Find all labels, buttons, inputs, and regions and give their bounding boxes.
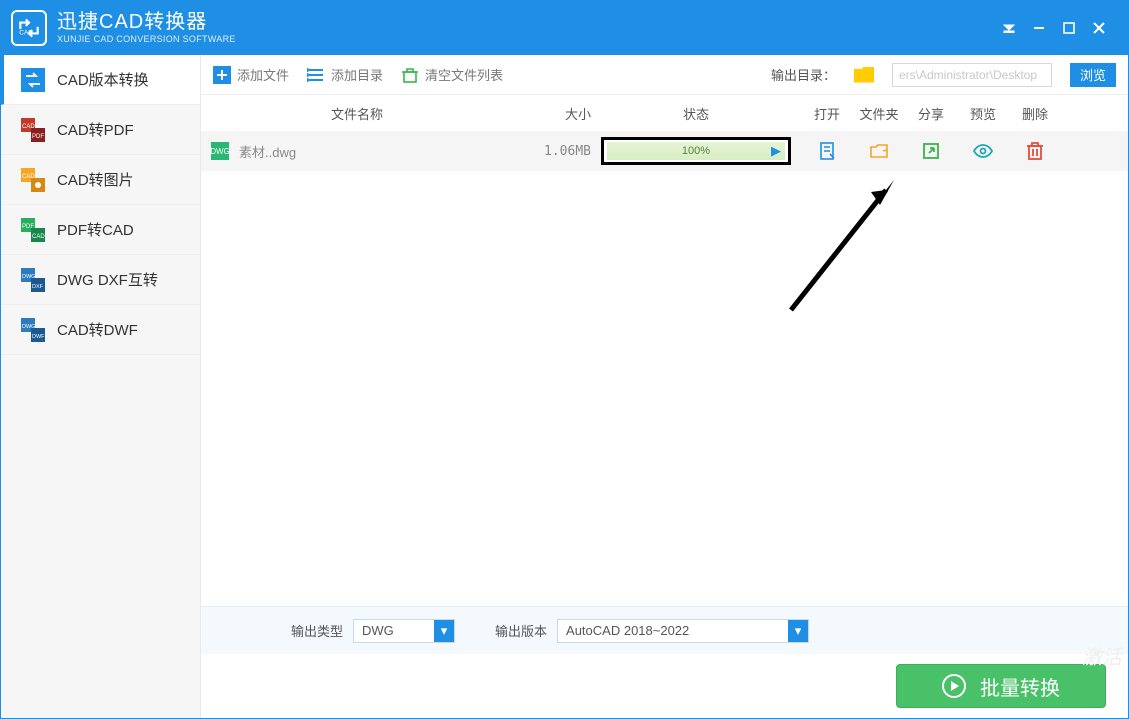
minimize-button[interactable] bbox=[1024, 13, 1054, 43]
close-button[interactable] bbox=[1084, 13, 1114, 43]
maximize-button[interactable] bbox=[1054, 13, 1084, 43]
svg-text:CAD: CAD bbox=[19, 30, 33, 37]
sidebar-item-cad-dwf[interactable]: DWG DWF CAD转DWF bbox=[1, 305, 200, 355]
col-name: 文件名称 bbox=[211, 104, 501, 123]
file-size: 1.06MB bbox=[501, 144, 591, 159]
col-open: 打开 bbox=[801, 104, 853, 123]
output-type-select[interactable]: DWG ▾ bbox=[353, 619, 455, 643]
toolbar: 添加文件 添加目录 清空文件列表 输出目录： ers\Administrator… bbox=[201, 55, 1128, 95]
table-header: 文件名称 大小 状态 打开 文件夹 分享 预览 删除 bbox=[201, 95, 1128, 131]
main-panel: 添加文件 添加目录 清空文件列表 输出目录： ers\Administrator… bbox=[201, 55, 1128, 718]
col-share: 分享 bbox=[905, 104, 957, 123]
svg-text:DWG: DWG bbox=[22, 324, 35, 330]
sidebar-item-label: CAD转PDF bbox=[57, 119, 134, 140]
table-row[interactable]: DWG 素材..dwg 1.06MB 100% ▶ bbox=[201, 131, 1128, 171]
chevron-down-icon: ▾ bbox=[434, 620, 454, 642]
sidebar-item-cad-version[interactable]: CAD版本转换 bbox=[1, 55, 200, 105]
add-dir-icon bbox=[307, 66, 325, 84]
col-status: 状态 bbox=[591, 104, 801, 123]
sidebar-item-label: CAD转DWF bbox=[57, 319, 138, 340]
action-bar: 批量转换 bbox=[201, 654, 1128, 718]
progress-bar: 100% ▶ bbox=[607, 142, 785, 160]
sidebar: CAD版本转换 CADPDF CAD转PDF CAD CAD转图片 PDFCAD… bbox=[1, 55, 201, 718]
output-path-field[interactable]: ers\Administrator\Desktop bbox=[892, 63, 1052, 87]
open-file-button[interactable] bbox=[801, 141, 853, 161]
svg-text:CAD: CAD bbox=[22, 174, 35, 180]
app-subtitle: XUNJIE CAD CONVERSION SOFTWARE bbox=[57, 34, 236, 44]
sidebar-item-pdf-cad[interactable]: PDF CAD PDF转CAD bbox=[1, 205, 200, 255]
titlebar: CAD 迅捷CAD转换器 XUNJIE CAD CONVERSION SOFTW… bbox=[1, 1, 1128, 55]
svg-text:DWF: DWF bbox=[32, 334, 45, 340]
sidebar-item-cad-img[interactable]: CAD CAD转图片 bbox=[1, 155, 200, 205]
cad-version-icon bbox=[21, 68, 45, 92]
output-version-select[interactable]: AutoCAD 2018~2022 ▾ bbox=[557, 619, 809, 643]
sidebar-item-label: DWG DXF互转 bbox=[57, 269, 158, 290]
svg-text:CAD: CAD bbox=[22, 124, 35, 130]
share-button[interactable] bbox=[905, 141, 957, 161]
app-logo: CAD bbox=[11, 10, 47, 46]
cad-pdf-icon: CAD PDF bbox=[21, 118, 45, 142]
sidebar-item-label: CAD版本转换 bbox=[57, 69, 149, 90]
svg-text:DXF: DXF bbox=[32, 284, 44, 290]
add-file-icon bbox=[213, 66, 231, 84]
sidebar-item-cad-pdf[interactable]: CAD PDF CAD转PDF bbox=[1, 105, 200, 155]
cad-img-icon: CAD bbox=[21, 168, 45, 192]
preview-button[interactable] bbox=[957, 141, 1009, 161]
svg-text:DWG: DWG bbox=[22, 274, 35, 280]
options-bar: 输出类型 DWG ▾ 输出版本 AutoCAD 2018~2022 ▾ bbox=[201, 606, 1128, 654]
svg-text:PDF: PDF bbox=[32, 134, 44, 140]
play-icon: ▶ bbox=[771, 143, 781, 159]
footer: 输出类型 DWG ▾ 输出版本 AutoCAD 2018~2022 ▾ 批量转换 bbox=[201, 606, 1128, 718]
col-size: 大小 bbox=[501, 104, 591, 123]
sidebar-item-dwg-dxf[interactable]: DWG DXF DWG DXF互转 bbox=[1, 255, 200, 305]
sidebar-item-label: PDF转CAD bbox=[57, 219, 134, 240]
progress-wrap: 100% ▶ bbox=[601, 137, 791, 165]
app-title: 迅捷CAD转换器 bbox=[57, 11, 236, 34]
file-type-badge: DWG bbox=[211, 142, 229, 160]
clear-list-button[interactable]: 清空文件列表 bbox=[401, 65, 503, 84]
play-circle-icon bbox=[942, 674, 966, 698]
folder-icon bbox=[854, 67, 874, 83]
add-file-button[interactable]: 添加文件 bbox=[213, 65, 289, 84]
browse-button[interactable]: 浏览 bbox=[1070, 63, 1116, 87]
output-type-label: 输出类型 bbox=[291, 621, 343, 640]
col-folder: 文件夹 bbox=[853, 104, 905, 123]
output-dir-label: 输出目录： bbox=[771, 65, 836, 84]
sidebar-item-label: CAD转图片 bbox=[57, 169, 134, 190]
col-delete: 删除 bbox=[1009, 104, 1061, 123]
clear-list-icon bbox=[401, 66, 419, 84]
dwg-dxf-icon: DWG DXF bbox=[21, 268, 45, 292]
col-preview: 预览 bbox=[957, 104, 1009, 123]
svg-text:CAD: CAD bbox=[32, 234, 45, 240]
add-dir-button[interactable]: 添加目录 bbox=[307, 65, 383, 84]
svg-text:PDF: PDF bbox=[22, 224, 34, 230]
batch-convert-button[interactable]: 批量转换 bbox=[896, 664, 1106, 708]
cad-dwf-icon: DWG DWF bbox=[21, 318, 45, 342]
file-name: 素材..dwg bbox=[239, 142, 501, 161]
pdf-cad-icon: PDF CAD bbox=[21, 218, 45, 242]
annotation-arrow bbox=[776, 170, 906, 320]
file-status: 100% ▶ bbox=[591, 137, 801, 165]
output-version-label: 输出版本 bbox=[495, 621, 547, 640]
pin-button[interactable] bbox=[994, 13, 1024, 43]
delete-button[interactable] bbox=[1009, 141, 1061, 161]
open-folder-button[interactable] bbox=[853, 141, 905, 161]
chevron-down-icon: ▾ bbox=[788, 620, 808, 642]
